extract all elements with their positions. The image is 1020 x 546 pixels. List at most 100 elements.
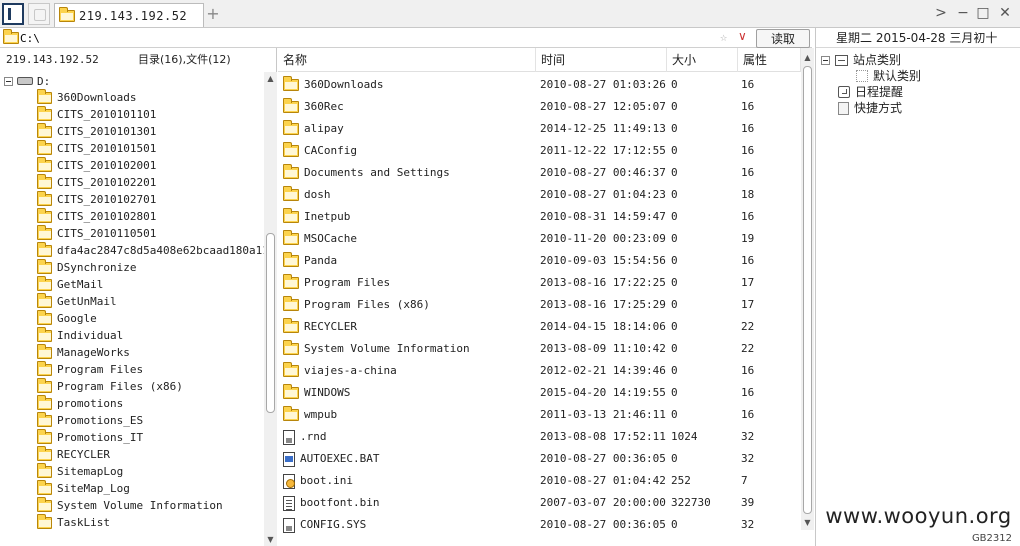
file-row[interactable]: System Volume Information 2013-08-09 11:1… bbox=[278, 338, 801, 360]
file-row[interactable]: .rnd 2013-08-08 17:52:11 1024 32 bbox=[278, 426, 801, 448]
star-icon[interactable]: ☆ bbox=[720, 30, 727, 44]
batch-file-icon bbox=[283, 451, 295, 467]
tree-folder-item[interactable]: CITS_2010102701 bbox=[37, 190, 156, 208]
collapse-icon[interactable] bbox=[821, 55, 830, 65]
tree-folder-item[interactable]: ManageWorks bbox=[37, 343, 130, 361]
chevron-down-icon[interactable]: ∨ bbox=[738, 29, 747, 43]
tree-folder-item[interactable]: Google bbox=[37, 309, 97, 327]
file-name: RECYCLER bbox=[304, 320, 357, 333]
tree-folder-item[interactable]: SiteMap_Log bbox=[37, 479, 130, 497]
folder-icon bbox=[283, 120, 299, 135]
scroll-down-icon[interactable]: ▼ bbox=[802, 517, 813, 528]
folder-icon bbox=[37, 207, 52, 223]
maximize-button[interactable]: □ bbox=[974, 4, 992, 22]
tree-folder-item[interactable]: CITS_2010102001 bbox=[37, 156, 156, 174]
read-button[interactable]: 读取 bbox=[756, 29, 810, 48]
file-row[interactable]: viajes-a-china 2012-02-21 14:39:46 0 16 bbox=[278, 360, 801, 382]
tree-folder-item[interactable]: CITS_2010102801 bbox=[37, 207, 156, 225]
column-attr[interactable]: 属性 bbox=[738, 48, 801, 72]
tree-folder-item[interactable]: CITS_2010102201 bbox=[37, 173, 156, 191]
file-row[interactable]: CONFIG.SYS 2010-08-27 00:36:05 0 32 bbox=[278, 514, 801, 536]
file-row[interactable]: Program Files 2013-08-16 17:22:25 0 17 bbox=[278, 272, 801, 294]
system-file-icon bbox=[283, 429, 295, 445]
add-tab-button[interactable]: + bbox=[206, 4, 220, 24]
forward-icon[interactable]: > bbox=[932, 4, 950, 22]
file-row[interactable]: 360Downloads 2010-08-27 01:03:26 0 16 bbox=[278, 74, 801, 96]
blank-tab-icon[interactable] bbox=[28, 3, 50, 25]
file-row[interactable]: RECYCLER 2014-04-15 18:14:06 0 22 bbox=[278, 316, 801, 338]
file-name-cell: alipay bbox=[283, 118, 535, 140]
file-row[interactable]: boot.ini 2010-08-27 01:04:42 252 7 bbox=[278, 470, 801, 492]
tree-folder-item[interactable]: CITS_2010101301 bbox=[37, 122, 157, 140]
directory-tree-panel: 219.143.192.52 目录(16),文件(12) D: 360Downl… bbox=[0, 48, 277, 546]
minimize-button[interactable]: − bbox=[954, 4, 972, 22]
tree-reminder[interactable]: 日程提醒 bbox=[838, 84, 903, 100]
file-row[interactable]: bootfont.bin 2007-03-07 20:00:00 322730 39 bbox=[278, 492, 801, 514]
tree-folder-item[interactable]: System Volume Information bbox=[37, 496, 223, 514]
scroll-thumb[interactable] bbox=[266, 233, 275, 413]
file-row[interactable]: wmpub 2011-03-13 21:46:11 0 16 bbox=[278, 404, 801, 426]
tree-folder-item[interactable]: 360Downloads bbox=[37, 88, 136, 106]
file-row[interactable]: CAConfig 2011-12-22 17:12:55 0 16 bbox=[278, 140, 801, 162]
file-time: 2010-08-27 12:05:07 bbox=[540, 100, 666, 113]
tree-folder-item[interactable]: DSynchronize bbox=[37, 258, 136, 276]
tree-folder-item[interactable]: promotions bbox=[37, 394, 123, 412]
tree-folder-item[interactable]: CITS_2010110501 bbox=[37, 224, 156, 242]
tree-folder-item[interactable]: CITS_2010101501 bbox=[37, 139, 156, 157]
file-row[interactable]: 360Rec 2010-08-27 12:05:07 0 16 bbox=[278, 96, 801, 118]
tree-site-category[interactable]: 站点类别 bbox=[821, 52, 901, 68]
tree-folder-item[interactable]: SitemapLog bbox=[37, 462, 124, 480]
tree-folder-item[interactable]: dfa4ac2847c8d5a408e62bcaad180a11 bbox=[37, 241, 269, 259]
tree-folder-item[interactable]: Program Files bbox=[37, 360, 143, 378]
tree-folder-item[interactable]: GetUnMail bbox=[37, 292, 117, 310]
folder-icon bbox=[283, 384, 299, 399]
file-row[interactable]: Program Files (x86) 2013-08-16 17:25:29 0 1… bbox=[278, 294, 801, 316]
tree-folder-item[interactable]: RECYCLER bbox=[37, 445, 110, 463]
tab-active-host[interactable]: 219.143.192.52 bbox=[54, 3, 204, 27]
file-name: WINDOWS bbox=[304, 386, 351, 399]
scroll-up-icon[interactable]: ▲ bbox=[265, 73, 276, 84]
path-input[interactable] bbox=[20, 29, 710, 47]
scroll-thumb[interactable] bbox=[803, 66, 812, 514]
file-row[interactable]: Panda 2010-09-03 15:54:56 0 16 bbox=[278, 250, 801, 272]
file-row[interactable]: WINDOWS 2015-04-20 14:19:55 0 16 bbox=[278, 382, 801, 404]
tree-scrollbar[interactable]: ▲ ▼ bbox=[264, 72, 277, 546]
tree-shortcut[interactable]: 快捷方式 bbox=[838, 100, 902, 116]
file-row[interactable]: Inetpub 2010-08-31 14:59:47 0 16 bbox=[278, 206, 801, 228]
folder-icon bbox=[37, 173, 52, 189]
tree-folder-label: Google bbox=[57, 312, 97, 325]
file-list-scrollbar[interactable]: ▲ ▼ bbox=[801, 48, 814, 530]
file-name: Panda bbox=[304, 254, 338, 267]
scroll-up-icon[interactable]: ▲ bbox=[802, 52, 813, 63]
tree-default-category[interactable]: 默认类别 bbox=[856, 68, 921, 84]
tree-folder-label: Program Files (x86) bbox=[57, 380, 183, 393]
tree-folder-label: CITS_2010101301 bbox=[57, 125, 157, 138]
file-row[interactable]: AUTOEXEC.BAT 2010-08-27 00:36:05 0 32 bbox=[278, 448, 801, 470]
drive-node[interactable]: D: bbox=[4, 74, 50, 88]
close-button[interactable]: ✕ bbox=[996, 4, 1014, 22]
file-attr: 32 bbox=[741, 518, 755, 531]
collapse-icon[interactable] bbox=[4, 76, 13, 86]
column-name[interactable]: 名称 bbox=[278, 48, 536, 72]
system-file-icon bbox=[283, 517, 295, 533]
tree-folder-item[interactable]: Promotions_IT bbox=[37, 428, 143, 446]
tree-folder-item[interactable]: Program Files (x86) bbox=[37, 377, 183, 395]
tree-folder-label: SitemapLog bbox=[57, 465, 124, 478]
folder-icon bbox=[37, 479, 52, 495]
tree-folder-item[interactable]: GetMail bbox=[37, 275, 103, 293]
file-row[interactable]: Documents and Settings 2010-08-27 00:46:3… bbox=[278, 162, 801, 184]
file-row[interactable]: dosh 2010-08-27 01:04:23 0 18 bbox=[278, 184, 801, 206]
file-list-panel: 名称 时间 大小 属性 360Downloads 2010-08-27 01:03… bbox=[278, 48, 814, 546]
file-row[interactable]: alipay 2014-12-25 11:49:13 0 16 bbox=[278, 118, 801, 140]
tree-folder-item[interactable]: CITS_2010101101 bbox=[37, 105, 156, 123]
panel-toggle-icon[interactable] bbox=[2, 3, 24, 25]
scroll-down-icon[interactable]: ▼ bbox=[265, 534, 276, 545]
tree-folder-item[interactable]: Promotions_ES bbox=[37, 411, 143, 429]
file-row[interactable]: MSOCache 2010-11-20 00:23:09 0 19 bbox=[278, 228, 801, 250]
file-name-cell: 360Rec bbox=[283, 96, 535, 118]
file-size: 1024 bbox=[671, 430, 698, 443]
tree-folder-item[interactable]: Individual bbox=[37, 326, 123, 344]
column-time[interactable]: 时间 bbox=[536, 48, 667, 72]
column-size[interactable]: 大小 bbox=[667, 48, 738, 72]
tree-folder-item[interactable]: TaskList bbox=[37, 513, 110, 531]
